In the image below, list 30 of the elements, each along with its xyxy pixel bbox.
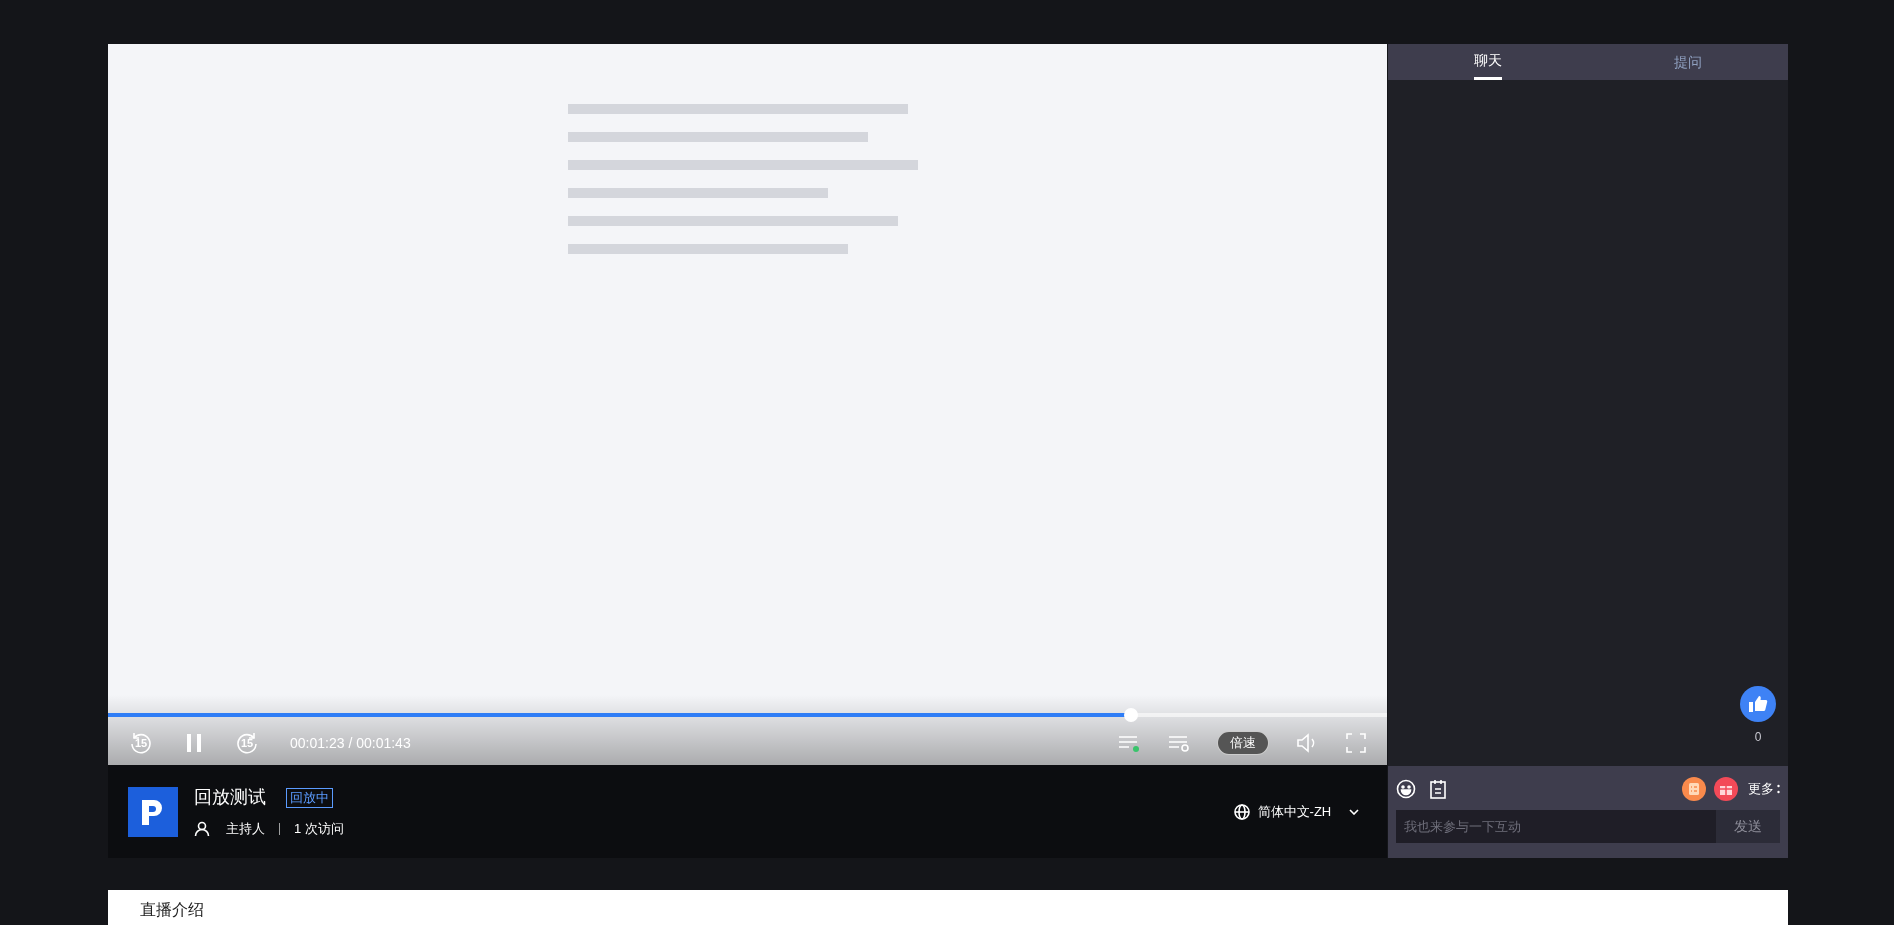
checklist-icon[interactable]: [1682, 777, 1706, 801]
fullscreen-icon[interactable]: [1345, 732, 1368, 754]
emoji-icon[interactable]: [1396, 779, 1417, 799]
person-icon: [194, 821, 210, 837]
progress-track[interactable]: [108, 708, 1388, 722]
language-selector[interactable]: 简体中文-ZH: [1233, 801, 1360, 822]
pause-icon: [185, 733, 203, 753]
panel-tab[interactable]: 提问: [1588, 44, 1788, 80]
stream-title: 回放测试: [194, 786, 266, 810]
logo: [128, 786, 178, 837]
send-button[interactable]: 发送: [1716, 810, 1780, 843]
progress-handle[interactable]: [1124, 708, 1139, 722]
gift-icon[interactable]: [1714, 777, 1738, 801]
status-badge: 回放中: [286, 787, 333, 808]
time-display: 00:01:23 / 00:01:43: [290, 733, 411, 753]
visit-count: 1 次访问: [294, 820, 344, 839]
settings-list-icon[interactable]: [1167, 733, 1192, 753]
more-button[interactable]: 更多: [1748, 779, 1780, 799]
like-count: 0: [1753, 729, 1763, 746]
caret-icon: [1349, 808, 1360, 815]
panel-tab[interactable]: 聊天: [1388, 44, 1589, 80]
subtitles-icon[interactable]: [1117, 733, 1142, 753]
notepad-icon[interactable]: [1429, 779, 1448, 799]
speed-button[interactable]: 倍速: [1217, 731, 1270, 755]
like-button[interactable]: [1740, 686, 1776, 722]
host-label: 主持人: [226, 820, 265, 839]
thumbs-up-icon: [1748, 695, 1768, 713]
more-icon: [1777, 783, 1780, 795]
globe-icon: [1233, 803, 1250, 820]
section-title: 直播介绍: [140, 901, 204, 918]
